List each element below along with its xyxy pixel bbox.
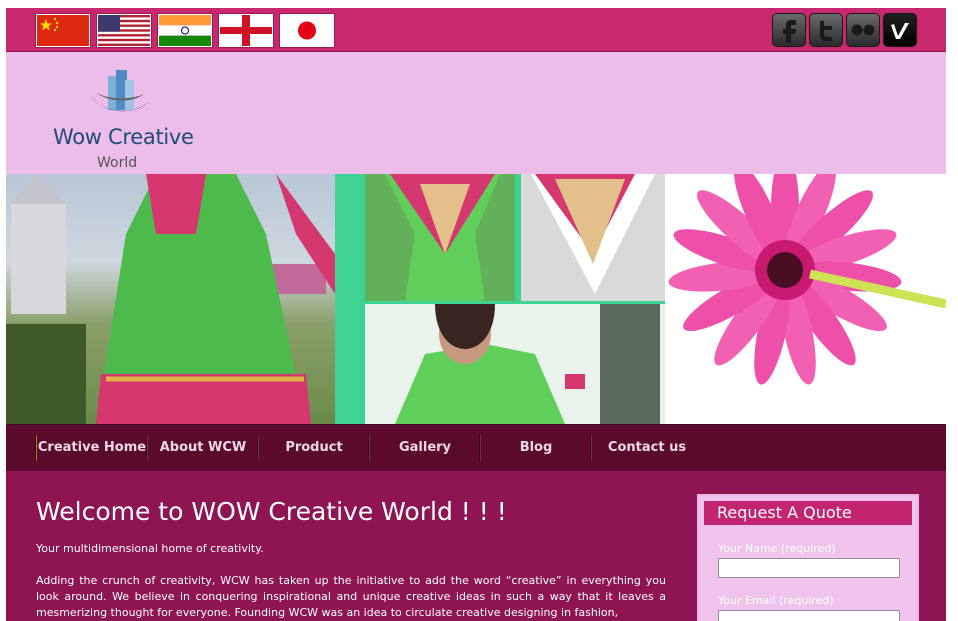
nav-gallery[interactable]: Gallery xyxy=(369,435,480,461)
logo-subtext: World xyxy=(97,155,138,171)
hero-banner xyxy=(6,174,946,424)
logo-buildings-icon xyxy=(92,70,148,112)
england-flag-icon xyxy=(220,15,272,46)
name-field[interactable] xyxy=(718,558,900,578)
main-nav: Creative Home About WCW Product Gallery … xyxy=(6,424,946,471)
banner-photo-model-garden xyxy=(6,174,335,424)
request-quote-title: Request A Quote xyxy=(704,501,912,525)
flickr-icon[interactable] xyxy=(846,13,880,47)
nav-creative-home[interactable]: Creative Home xyxy=(36,435,147,461)
logo-text: Wow Creative xyxy=(53,125,194,149)
england-flag[interactable] xyxy=(219,14,273,47)
india-flag-icon xyxy=(159,15,211,46)
india-flag[interactable] xyxy=(158,14,212,47)
banner-photo-collage xyxy=(335,174,665,424)
nav-contact-us[interactable]: Contact us xyxy=(591,435,702,461)
email-label: Your Email (required) xyxy=(718,594,834,607)
facebook-icon[interactable] xyxy=(772,13,806,47)
banner-photo-pink-flower xyxy=(665,174,946,424)
site-logo[interactable]: Wow Creative World xyxy=(46,64,206,171)
japan-flag-icon xyxy=(281,15,333,46)
vimeo-icon[interactable] xyxy=(883,13,917,47)
name-label: Your Name (required) xyxy=(718,542,836,555)
email-field[interactable] xyxy=(718,610,900,621)
request-quote-form: Request A Quote Your Name (required) You… xyxy=(697,494,919,621)
main-content: Welcome to WOW Creative World ! ! ! Your… xyxy=(6,471,946,621)
usa-flag[interactable] xyxy=(97,14,151,47)
site-header: Wow Creative World xyxy=(6,52,946,174)
tagline: Your multidimensional home of creativity… xyxy=(36,542,264,555)
china-flag-icon xyxy=(40,17,59,32)
page: Wow Creative World Creative Home About W… xyxy=(6,8,946,621)
top-bar xyxy=(6,8,946,52)
china-flag[interactable] xyxy=(36,14,90,47)
nav-blog[interactable]: Blog xyxy=(480,435,591,461)
intro-paragraph: Adding the crunch of creativity, WCW has… xyxy=(36,574,666,619)
usa-flag-icon xyxy=(98,15,150,46)
twitter-icon[interactable] xyxy=(809,13,843,47)
japan-flag[interactable] xyxy=(280,14,334,47)
nav-product[interactable]: Product xyxy=(258,435,369,461)
nav-about-wcw[interactable]: About WCW xyxy=(147,435,258,461)
page-title: Welcome to WOW Creative World ! ! ! xyxy=(36,497,507,526)
